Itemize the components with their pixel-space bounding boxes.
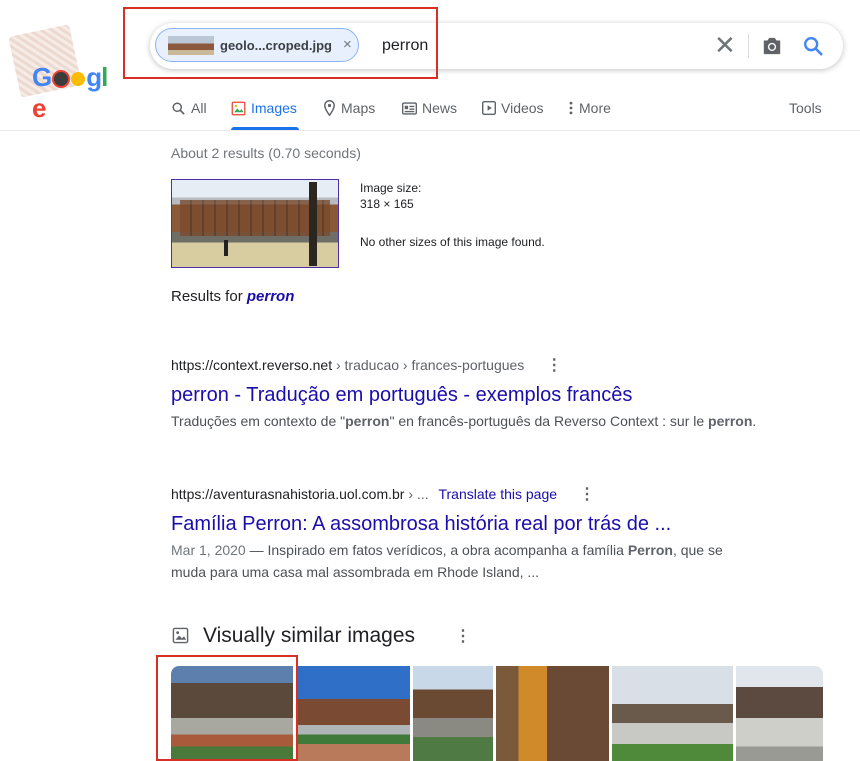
snippet-bold: perron bbox=[345, 413, 390, 429]
logo-text: Ggle bbox=[32, 62, 108, 123]
image-icon bbox=[172, 627, 189, 644]
result-domain: https://context.reverso.net bbox=[171, 357, 333, 373]
header-divider bbox=[0, 130, 860, 131]
camera-icon[interactable] bbox=[761, 36, 783, 56]
tab-maps[interactable]: Maps bbox=[323, 100, 375, 116]
doodle-o bbox=[71, 72, 86, 87]
search-icon[interactable] bbox=[802, 35, 824, 57]
results-for: Results for perron bbox=[171, 288, 294, 305]
result-breadcrumb: › ... bbox=[404, 486, 429, 502]
tab-images[interactable]: Images bbox=[231, 100, 297, 116]
map-pin-icon bbox=[324, 100, 335, 116]
highlight-box-thumbnail bbox=[156, 655, 298, 761]
snippet-text: " en francês-português da Reverso Contex… bbox=[389, 413, 709, 429]
result-domain: https://aventurasnahistoria.uol.com.br bbox=[171, 486, 405, 502]
similar-image-thumbnail[interactable] bbox=[296, 666, 410, 761]
doodle-face bbox=[52, 70, 71, 89]
result-stats: About 2 results (0.70 seconds) bbox=[171, 145, 361, 161]
results-for-prefix: Results for bbox=[171, 288, 247, 305]
tab-more[interactable]: More bbox=[568, 100, 611, 116]
result-snippet: Traduções em contexto de "perron" en fra… bbox=[171, 410, 761, 432]
result-title-link[interactable]: perron - Tradução em português - exemplo… bbox=[171, 384, 761, 407]
tab-label: More bbox=[579, 100, 611, 116]
tab-label: Maps bbox=[341, 100, 376, 116]
snippet-text: . bbox=[752, 413, 757, 429]
similar-images-heading: Visually similar images bbox=[203, 624, 416, 647]
search-icon bbox=[172, 101, 185, 115]
no-other-sizes: No other sizes of this image found. bbox=[360, 235, 545, 249]
building-facade bbox=[180, 200, 330, 236]
search-result: https://context.reverso.net › traducao ›… bbox=[171, 355, 761, 432]
similar-image-thumbnail[interactable] bbox=[413, 666, 493, 761]
snippet-bold: Perron bbox=[627, 542, 673, 558]
search-result: https://aventurasnahistoria.uol.com.br ›… bbox=[171, 484, 761, 583]
snippet-bold: perron bbox=[708, 413, 753, 429]
tab-news[interactable]: News bbox=[402, 100, 457, 116]
person-figure bbox=[224, 240, 228, 256]
tab-label: All bbox=[191, 100, 207, 116]
result-date: Mar 1, 2020 bbox=[171, 542, 246, 558]
translate-link[interactable]: Translate this page bbox=[438, 486, 557, 502]
similar-image-thumbnail[interactable] bbox=[736, 666, 823, 761]
tools-button[interactable]: Tools bbox=[789, 100, 822, 116]
clear-icon[interactable]: ✕ bbox=[714, 32, 736, 58]
video-icon bbox=[482, 101, 496, 115]
more-vert-icon bbox=[569, 101, 573, 115]
news-icon bbox=[402, 101, 417, 115]
image-size-info: Image size: 318 × 165 No other sizes of … bbox=[360, 180, 545, 250]
query-image-thumbnail[interactable] bbox=[171, 179, 339, 268]
tab-videos[interactable]: Videos bbox=[482, 100, 544, 116]
result-snippet: Mar 1, 2020 — Inspirado em fatos verídic… bbox=[171, 539, 761, 583]
image-size-label: Image size: bbox=[360, 181, 422, 195]
snippet-text: — Inspirado em fatos verídicos, a obra a… bbox=[245, 542, 628, 558]
tab-all[interactable]: All bbox=[171, 100, 207, 116]
more-options-icon[interactable]: ⋮ bbox=[455, 626, 471, 646]
google-logo[interactable]: Ggle bbox=[8, 24, 110, 123]
tree-trunk bbox=[309, 182, 317, 266]
search-divider bbox=[748, 34, 749, 58]
tab-label: News bbox=[422, 100, 458, 116]
tab-label: Videos bbox=[501, 100, 544, 116]
image-size-value: 318 × 165 bbox=[360, 197, 414, 211]
highlight-box-search bbox=[123, 7, 438, 79]
result-breadcrumb: › traducao › frances-portugues bbox=[332, 357, 525, 373]
similar-image-thumbnail[interactable] bbox=[612, 666, 733, 761]
tab-label: Images bbox=[251, 100, 297, 116]
result-cite: https://aventurasnahistoria.uol.com.br ›… bbox=[171, 484, 761, 504]
snippet-text: Traduções em contexto de " bbox=[171, 413, 346, 429]
more-options-icon[interactable]: ⋮ bbox=[546, 357, 562, 374]
results-for-term[interactable]: perron bbox=[247, 288, 295, 305]
similar-image-thumbnail[interactable] bbox=[496, 666, 609, 761]
result-cite: https://context.reverso.net › traducao ›… bbox=[171, 355, 761, 375]
result-title-link[interactable]: Família Perron: A assombrosa história re… bbox=[171, 513, 761, 536]
tools-label: Tools bbox=[789, 100, 822, 116]
more-options-icon[interactable]: ⋮ bbox=[579, 486, 595, 503]
image-icon bbox=[231, 101, 246, 115]
